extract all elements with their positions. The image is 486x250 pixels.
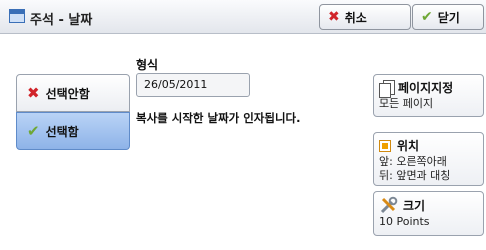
position-back-value: 뒤: 앞면과 대칭 bbox=[379, 169, 451, 182]
window-icon bbox=[9, 9, 25, 23]
check-icon: ✔ bbox=[27, 122, 40, 140]
page-spec-value: 모든 페이지 bbox=[379, 97, 434, 110]
position-button[interactable]: 위치 앞: 오른쪽아래 뒤: 앞면과 대칭 bbox=[373, 132, 484, 186]
check-icon: ✔ bbox=[421, 9, 433, 25]
pages-icon bbox=[379, 79, 395, 98]
option-off-label: 선택안함 bbox=[45, 86, 90, 101]
size-button[interactable]: 크기 10 Points bbox=[373, 191, 484, 236]
window-title: 주석 - 날짜 bbox=[30, 13, 93, 28]
format-label: 형식 bbox=[136, 58, 159, 72]
date-format-field[interactable]: 26/05/2011 bbox=[136, 73, 250, 97]
description-text: 복사를 시작한 날짜가 인자됩니다. bbox=[136, 111, 301, 125]
option-off-button[interactable]: ✖ 선택안함 bbox=[16, 74, 130, 112]
position-icon bbox=[379, 139, 391, 152]
page-spec-title: 페이지지정 bbox=[398, 81, 454, 95]
position-title: 위치 bbox=[397, 139, 420, 153]
x-icon: ✖ bbox=[27, 84, 40, 102]
cancel-label: 취소 bbox=[344, 10, 367, 25]
size-title: 크기 bbox=[403, 198, 426, 213]
close-button[interactable]: ✔ 닫기 bbox=[412, 4, 484, 30]
tools-icon bbox=[380, 196, 398, 214]
title-bar: 주석 - 날짜 ✖ 취소 ✔ 닫기 bbox=[0, 0, 486, 34]
option-on-button[interactable]: ✔ 선택함 bbox=[16, 112, 130, 150]
close-label: 닫기 bbox=[437, 10, 460, 25]
option-on-label: 선택함 bbox=[45, 124, 79, 139]
cancel-button[interactable]: ✖ 취소 bbox=[319, 4, 411, 30]
page-spec-button[interactable]: 페이지지정 모든 페이지 bbox=[373, 74, 484, 117]
size-value: 10 Points bbox=[379, 215, 430, 228]
x-icon: ✖ bbox=[328, 9, 340, 25]
position-front-value: 앞: 오른쪽아래 bbox=[379, 155, 447, 168]
